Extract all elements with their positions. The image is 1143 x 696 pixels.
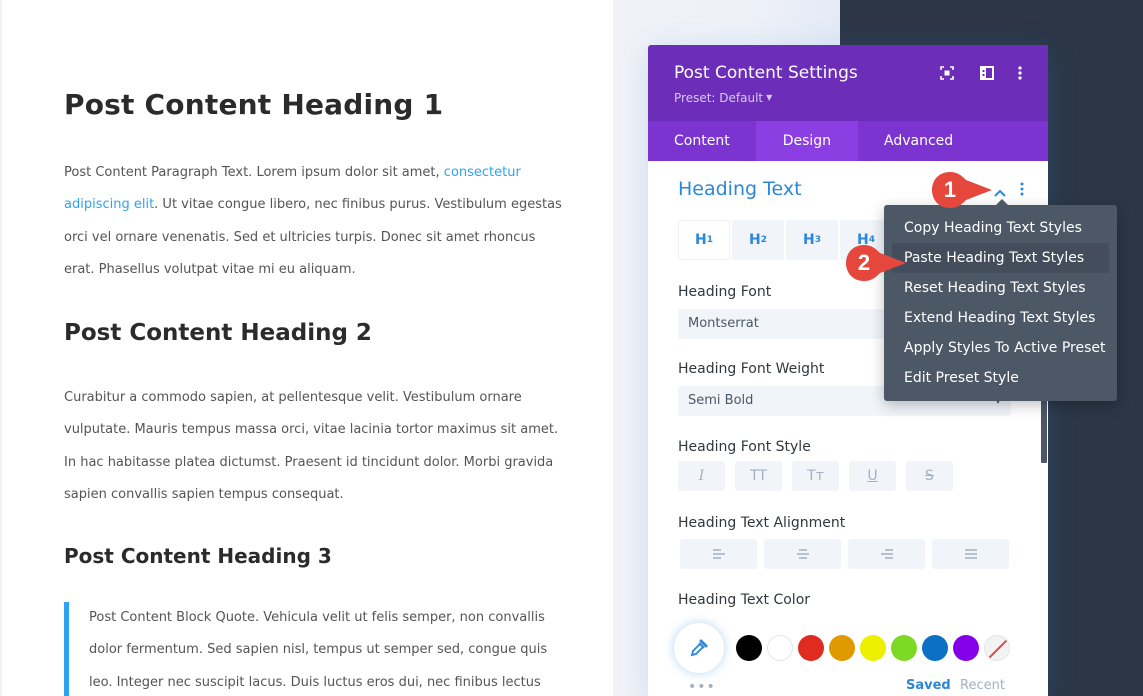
more-colors-icon[interactable]: ••• <box>688 679 716 695</box>
blockquote-text: Post Content Block Quote. Vehicula velit… <box>89 610 548 690</box>
post-heading-3: Post Content Heading 3 <box>64 544 332 568</box>
swatch-black[interactable] <box>736 635 762 661</box>
tab-content[interactable]: Content <box>648 121 756 161</box>
swatch-none[interactable] <box>984 635 1010 661</box>
split-view-icon[interactable] <box>979 65 995 81</box>
menu-item-copy-styles[interactable]: Copy Heading Text Styles <box>892 213 1109 243</box>
capitalize-icon: Tт <box>807 468 824 484</box>
heading-text-color-label: Heading Text Color <box>678 592 811 608</box>
section-more-options-icon[interactable] <box>1020 181 1024 200</box>
align-left-button[interactable] <box>680 539 757 569</box>
heading-text-alignment-label: Heading Text Alignment <box>678 515 846 531</box>
paragraph-text: Post Content Paragraph Text. Lorem ipsum… <box>64 165 444 180</box>
post-heading-2: Post Content Heading 2 <box>64 320 372 346</box>
htab-label: H <box>695 232 707 248</box>
post-heading-1: Post Content Heading 1 <box>64 88 444 121</box>
tab-design[interactable]: Design <box>755 121 859 161</box>
uppercase-button[interactable]: TT <box>735 461 782 491</box>
htab-sub: 3 <box>814 235 821 245</box>
menu-item-paste-styles[interactable]: Paste Heading Text Styles <box>892 243 1109 273</box>
htab-sub: 1 <box>706 235 713 245</box>
align-left-icon <box>712 549 725 559</box>
swatch-orange[interactable] <box>829 635 855 661</box>
color-swatches <box>736 635 1010 661</box>
panel-scrollbar[interactable] <box>1041 400 1047 463</box>
heading-font-weight-label: Heading Font Weight <box>678 361 825 377</box>
menu-item-edit-preset-style[interactable]: Edit Preset Style <box>892 363 1109 393</box>
strikethrough-button[interactable]: S <box>906 461 953 491</box>
align-right-button[interactable] <box>848 539 925 569</box>
heading-font-style-label: Heading Font Style <box>678 439 811 455</box>
htab-sub: 2 <box>760 235 767 245</box>
heading-font-weight-value: Semi Bold <box>688 393 754 408</box>
italic-button[interactable]: I <box>678 461 725 491</box>
saved-colors-tab[interactable]: Saved <box>906 678 951 693</box>
font-style-buttons: I TT Tт U S <box>678 461 953 491</box>
callout-badge-2: 2 <box>844 243 906 283</box>
htab-label: H <box>749 232 761 248</box>
underline-button[interactable]: U <box>849 461 896 491</box>
swatch-blue[interactable] <box>922 635 948 661</box>
align-center-icon <box>796 549 809 559</box>
preset-selector[interactable]: Preset: Default ▼ <box>674 91 772 105</box>
color-picker-button[interactable] <box>674 623 724 673</box>
menu-item-extend-styles[interactable]: Extend Heading Text Styles <box>892 303 1109 333</box>
callout-badge-1: 1 <box>930 170 992 210</box>
recent-colors-tab[interactable]: Recent <box>960 678 1005 693</box>
heading-tab-h1[interactable]: H1 <box>678 220 730 260</box>
panel-title: Post Content Settings <box>674 63 858 83</box>
swatch-green[interactable] <box>891 635 917 661</box>
align-justify-icon <box>964 549 977 559</box>
heading-font-value: Montserrat <box>688 316 759 331</box>
swatch-yellow[interactable] <box>860 635 886 661</box>
menu-item-reset-styles[interactable]: Reset Heading Text Styles <box>892 273 1109 303</box>
tab-advanced[interactable]: Advanced <box>858 121 979 161</box>
panel-tabs: Content Design Advanced <box>648 121 1048 161</box>
more-options-icon[interactable] <box>1012 65 1028 81</box>
caret-down-icon: ▼ <box>766 93 773 102</box>
preset-label: Preset: Default <box>674 91 764 105</box>
heading-tab-h2[interactable]: H2 <box>732 220 784 260</box>
post-paragraph-1: Post Content Paragraph Text. Lorem ipsum… <box>64 157 564 286</box>
align-center-button[interactable] <box>764 539 841 569</box>
expand-icon[interactable] <box>939 65 955 81</box>
htab-label: H <box>803 232 815 248</box>
panel-header: Post Content Settings Preset: Default ▼ <box>648 45 1048 121</box>
post-paragraph-2: Curabitur a commodo sapien, at pellentes… <box>64 390 559 502</box>
underline-icon: U <box>867 468 878 484</box>
text-alignment-buttons <box>680 539 1009 569</box>
strikethrough-icon: S <box>925 468 934 484</box>
post-blockquote: Post Content Block Quote. Vehicula velit… <box>64 602 564 696</box>
uppercase-icon: TT <box>750 468 767 484</box>
menu-item-apply-to-preset[interactable]: Apply Styles To Active Preset <box>892 333 1109 363</box>
heading-tab-h3[interactable]: H3 <box>786 220 838 260</box>
swatch-red[interactable] <box>798 635 824 661</box>
section-options-menu: Copy Heading Text Styles Paste Heading T… <box>884 199 1117 401</box>
callout-number: 1 <box>943 177 957 202</box>
swatch-white[interactable] <box>767 635 793 661</box>
capitalize-button[interactable]: Tт <box>792 461 839 491</box>
align-right-icon <box>880 549 893 559</box>
section-title-heading-text[interactable]: Heading Text <box>678 178 802 200</box>
callout-number: 2 <box>857 250 871 275</box>
align-justify-button[interactable] <box>932 539 1009 569</box>
heading-font-label: Heading Font <box>678 284 772 300</box>
swatch-purple[interactable] <box>953 635 979 661</box>
italic-icon: I <box>698 468 705 484</box>
eyedropper-icon <box>690 639 708 657</box>
